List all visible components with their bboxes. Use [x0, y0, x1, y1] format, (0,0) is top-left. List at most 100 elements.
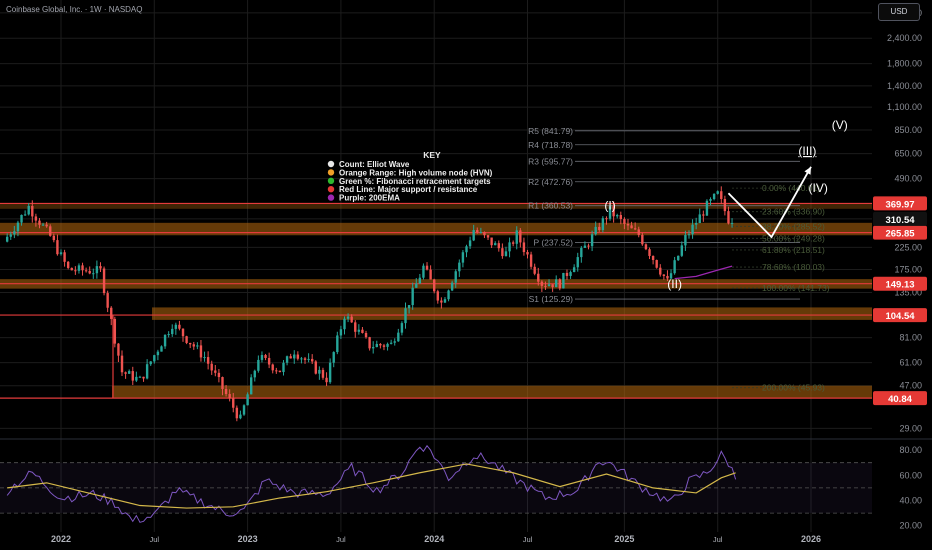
y-tick-label: 2,400.00 — [887, 33, 922, 43]
candle-body — [379, 343, 382, 346]
candle-body — [569, 272, 572, 276]
candle-body — [138, 376, 142, 378]
candle-body — [605, 218, 608, 220]
candle-body — [619, 215, 623, 220]
candle-body — [113, 318, 117, 344]
candle-body — [221, 377, 224, 389]
price-badge-label: 104.54 — [885, 311, 915, 322]
candle-body — [239, 414, 242, 419]
chart-svg[interactable]: 2022Jul2023Jul2024Jul2025Jul20263,200.00… — [0, 0, 932, 550]
candle-body — [9, 234, 12, 237]
candle-body — [300, 358, 303, 360]
x-tick-label: Jul — [523, 535, 533, 544]
candle-body — [70, 267, 73, 271]
candle-body — [325, 377, 328, 383]
candle-body — [716, 191, 719, 194]
fib-label: 23.60% (336.90) — [762, 207, 825, 217]
candle-body — [293, 354, 296, 359]
candle-body — [84, 270, 88, 272]
candle-body — [328, 362, 332, 383]
candle-body — [565, 272, 569, 276]
candle-body — [461, 252, 465, 263]
candle-body — [224, 388, 228, 395]
candle-body — [587, 245, 590, 247]
candle-body — [400, 323, 404, 333]
currency-button[interactable]: USD — [878, 3, 920, 21]
candle-body — [275, 370, 278, 372]
candle-body — [533, 266, 536, 274]
candle-body — [346, 316, 350, 319]
candle-body — [479, 232, 483, 234]
candle-body — [526, 252, 529, 255]
candle-body — [508, 242, 511, 252]
candle-body — [497, 243, 500, 249]
candle-body — [318, 369, 321, 374]
candle-body — [142, 376, 145, 379]
price-badge-label: 265.85 — [885, 229, 915, 240]
fib-label: 100.00% (141.73) — [762, 283, 830, 293]
candle-body — [321, 369, 325, 378]
x-tick-label: 2024 — [424, 534, 444, 544]
y-tick-label: 47.00 — [899, 381, 922, 391]
price-badge: 104.54 — [873, 308, 927, 323]
key-legend-dot — [327, 177, 335, 184]
rsi-y-tick-label: 80.00 — [899, 445, 922, 455]
key-legend-dot — [327, 160, 335, 168]
x-tick-label: 2025 — [614, 534, 634, 544]
candle-body — [289, 356, 292, 359]
candle-body — [712, 193, 716, 200]
candle-body — [92, 273, 95, 275]
price-badge: 149.13 — [873, 276, 927, 291]
candle-body — [303, 358, 307, 360]
candle-body — [235, 407, 239, 419]
candle-body — [74, 270, 77, 272]
elliott-wave-label: (V) — [832, 118, 848, 132]
rsi-y-tick-label: 60.00 — [899, 470, 922, 480]
candle-body — [95, 266, 99, 274]
candle-body — [562, 272, 565, 289]
candle-body — [677, 255, 680, 261]
candle-body — [214, 370, 217, 373]
price-badge-label: 40.84 — [888, 394, 912, 405]
pivot-label: P (237.52) — [533, 238, 573, 248]
candle-body — [145, 364, 149, 379]
candle-body — [267, 358, 271, 365]
x-tick-label: 2022 — [51, 534, 71, 544]
candle-body — [110, 307, 113, 319]
candle-body — [616, 215, 619, 217]
candle-body — [368, 337, 371, 349]
candle-body — [232, 398, 235, 408]
candle-body — [680, 245, 684, 256]
candle-body — [278, 370, 282, 373]
candle-body — [372, 347, 375, 349]
pivot-label: R4 (718.78) — [528, 140, 573, 150]
hvn-zone — [0, 222, 872, 236]
y-tick-label: 225.00 — [894, 242, 922, 252]
fib-label: 200.00% (45.93) — [762, 383, 825, 393]
candle-body — [443, 299, 447, 303]
candle-body — [702, 214, 705, 216]
candle-body — [476, 230, 479, 233]
elliott-wave-label: (I) — [604, 199, 615, 213]
candle-body — [375, 343, 378, 348]
candle-body — [511, 242, 515, 244]
price-badge-label: 149.13 — [885, 280, 914, 291]
candle-body — [637, 229, 640, 235]
key-legend-dot — [327, 169, 335, 176]
y-tick-label: 29.00 — [899, 423, 922, 433]
fib-label: 50.00% (249.28) — [762, 233, 825, 243]
candle-body — [580, 247, 583, 258]
candle-body — [364, 332, 368, 338]
candle-body — [558, 279, 562, 289]
pivot-label: S1 (125.29) — [529, 294, 574, 304]
candle-body — [156, 351, 160, 356]
candle-body — [723, 198, 727, 212]
candle-body — [5, 236, 9, 242]
candle-body — [425, 265, 429, 270]
key-legend-dot — [327, 186, 335, 193]
candle-body — [551, 284, 554, 288]
candle-body — [20, 214, 23, 223]
candle-body — [468, 240, 472, 247]
candle-body — [651, 255, 655, 261]
candle-body — [174, 324, 178, 329]
